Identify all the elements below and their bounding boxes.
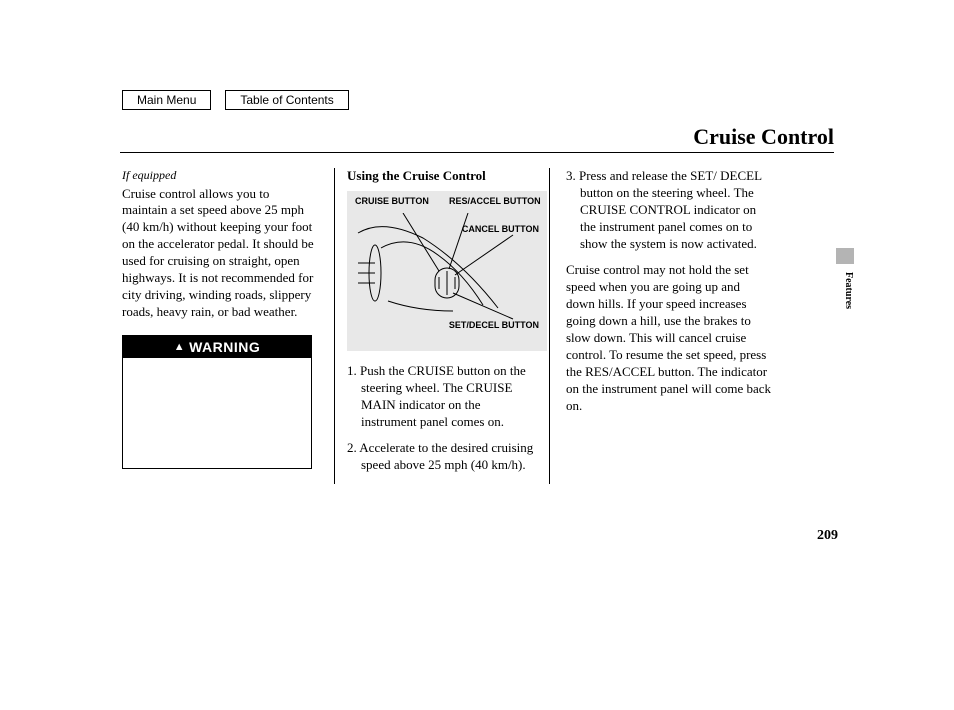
intro-paragraph: Cruise control allows you to maintain a … (122, 186, 316, 321)
column-1: If equipped Cruise control allows you to… (122, 168, 334, 484)
steps-list-col2: 1. Push the CRUISE button on the steerin… (347, 363, 537, 474)
if-equipped-label: If equipped (122, 168, 316, 184)
step-2: 2. Accelerate to the desired cruising sp… (347, 440, 537, 474)
using-cruise-control-heading: Using the Cruise Control (347, 168, 537, 185)
warning-triangle-icon: ▲ (174, 340, 185, 354)
steps-list-col3: 3. Press and release the SET/ DECEL butt… (566, 168, 772, 252)
main-menu-button[interactable]: Main Menu (122, 90, 211, 110)
step-1: 1. Push the CRUISE button on the steerin… (347, 363, 537, 431)
warning-body (123, 358, 311, 468)
nav-button-row: Main Menu Table of Contents (122, 90, 349, 110)
page-root: Main Menu Table of Contents Cruise Contr… (0, 0, 954, 710)
page-number: 209 (817, 528, 838, 544)
section-tab-label: Features (843, 272, 854, 309)
page-title: Cruise Control (693, 124, 834, 150)
warning-box: ▲ WARNING (122, 335, 312, 469)
steering-wheel-diagram: CRUISE BUTTON RES/ACCEL BUTTON CANCEL BU… (347, 191, 547, 351)
column-3: 3. Press and release the SET/ DECEL butt… (550, 168, 772, 484)
warning-header: ▲ WARNING (123, 336, 311, 358)
table-of-contents-button[interactable]: Table of Contents (225, 90, 348, 110)
title-rule (120, 152, 834, 153)
steering-wheel-line-art (353, 213, 543, 333)
warning-label-text: WARNING (189, 338, 260, 356)
step-3: 3. Press and release the SET/ DECEL butt… (566, 168, 772, 252)
diagram-label-res-accel-button: RES/ACCEL BUTTON (449, 197, 541, 207)
column-2: Using the Cruise Control CRUISE BUTTON R… (334, 168, 550, 484)
diagram-label-cruise-button: CRUISE BUTTON (355, 197, 429, 207)
content-columns: If equipped Cruise control allows you to… (122, 168, 834, 484)
section-tab-marker (836, 248, 854, 264)
hills-paragraph: Cruise control may not hold the set spee… (566, 262, 772, 414)
